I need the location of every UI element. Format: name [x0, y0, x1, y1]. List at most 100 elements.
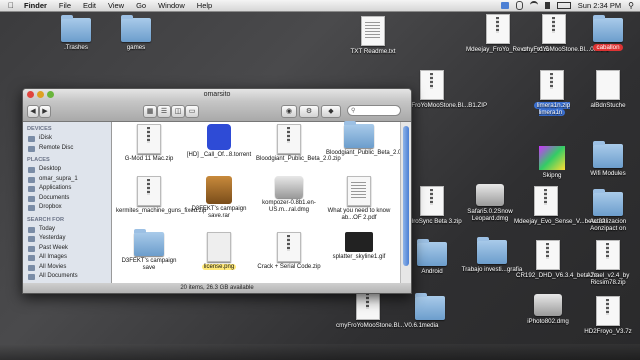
desktop-icon[interactable]: Wifi Modules — [576, 141, 640, 177]
sidebar-item-dropbox[interactable]: Dropbox — [23, 203, 111, 213]
gif-file-icon — [345, 232, 373, 252]
sidebar-item-idisk[interactable]: iDisk — [23, 134, 111, 144]
file-item[interactable]: [HD] _Call_Of...8.torrent — [186, 124, 252, 159]
sidebar-item-home[interactable]: omar_supra_1 — [23, 175, 111, 185]
volume-icon[interactable] — [544, 2, 550, 9]
zip-file-icon — [277, 124, 301, 154]
wifi-icon[interactable] — [529, 1, 538, 10]
window-title: omarsito — [203, 91, 231, 98]
quick-look-button[interactable]: ◉ — [281, 105, 297, 118]
file-item[interactable]: G-Mod 11 Mac.zip — [116, 124, 182, 163]
file-item[interactable]: D3FEKT's campaign save — [116, 229, 182, 272]
image-file-icon — [539, 146, 565, 170]
finder-window[interactable]: omarsito ◀ ▶ ▦ ☰ ◫ ▭ ◉ ⚙ ◆ ⚲ DEVICES iDi… — [22, 88, 412, 294]
desktop-icon[interactable]: alBdnStuche — [576, 70, 640, 109]
desktop-icon[interactable]: .Trashes — [44, 15, 108, 51]
back-button[interactable]: ◀ — [27, 105, 39, 118]
dropbox-button[interactable]: ◆ — [321, 105, 341, 118]
desktop-icon[interactable]: HD2Froyo_V3.7z — [576, 296, 640, 335]
toolbar: ◀ ▶ ▦ ☰ ◫ ▭ ◉ ⚙ ◆ ⚲ — [23, 101, 411, 122]
desktop-icon[interactable]: CR192_DHD_V6.3.4_beta.7z — [516, 240, 597, 279]
file-item[interactable]: D3FEKT's campaign save.rar — [186, 176, 252, 220]
menu-window[interactable]: Window — [158, 1, 185, 10]
apple-icon[interactable]:  — [8, 1, 18, 10]
desktop-icon[interactable]: media — [398, 293, 462, 329]
folder-icon — [477, 237, 507, 264]
zoom-button[interactable] — [47, 91, 54, 98]
file-item[interactable]: Bloodgiant_Public_Beta_2.0 — [326, 121, 401, 157]
list-view-button[interactable]: ☰ — [157, 105, 171, 118]
sidebar-item-yesterday[interactable]: Yesterday — [23, 234, 111, 244]
file-item[interactable]: What you need to know ab...OF 2.pdf — [326, 176, 392, 222]
icon-view-button[interactable]: ▦ — [143, 105, 157, 118]
minimize-button[interactable] — [37, 91, 44, 98]
file-item[interactable]: license.png — [186, 232, 252, 271]
desktop-icon[interactable]: Mdeejay_Evo_Sense_V...beta.22 — [514, 186, 605, 225]
folder-icon — [415, 293, 445, 320]
desktop-icon[interactable]: Safari5.0.2Snow Leopard.dmg — [458, 184, 522, 222]
desktop-icon[interactable]: Mdeejay_FroYo_Revol..._v1.5 — [466, 14, 549, 53]
dropbox-icon — [28, 205, 35, 211]
menu-view[interactable]: View — [108, 1, 124, 10]
file-item[interactable]: Crack + Serial Code.zip — [256, 232, 322, 271]
spotlight-icon[interactable]: ⚲ — [628, 1, 634, 10]
desktop-icon[interactable]: Skipng — [520, 146, 584, 179]
sidebar-item-past-week[interactable]: Past Week — [23, 244, 111, 254]
disk-image-icon — [275, 176, 303, 198]
menu-edit[interactable]: Edit — [83, 1, 96, 10]
menu-go[interactable]: Go — [136, 1, 146, 10]
images-icon — [28, 255, 35, 261]
bluetooth-icon[interactable] — [515, 1, 523, 10]
battery-icon[interactable] — [556, 2, 571, 9]
idisk-icon — [28, 136, 35, 142]
zip-file-icon — [277, 232, 301, 262]
dropbox-icon[interactable] — [500, 2, 509, 9]
desktop-icon[interactable]: Actualizacion Aonzipact on — [576, 189, 640, 232]
sidebar-item-documents[interactable]: Documents — [23, 194, 111, 204]
desktop-icon — [28, 167, 35, 173]
scroll-thumb[interactable] — [403, 126, 409, 266]
sidebar-item-applications[interactable]: Applications — [23, 184, 111, 194]
sidebar-item-remote-disc[interactable]: Remote Disc — [23, 144, 111, 154]
file-item[interactable]: kermites_machine_guns_fixed.zip — [116, 176, 206, 215]
menu-help[interactable]: Help — [197, 1, 212, 10]
file-item[interactable]: kompozer-0.8b1.en-US.m...ral.dmg — [256, 176, 322, 214]
forward-button[interactable]: ▶ — [39, 105, 51, 118]
zip-file-icon — [540, 70, 564, 100]
sidebar: DEVICES iDisk Remote Disc PLACES Desktop… — [23, 122, 112, 283]
zip-file-icon — [596, 240, 620, 270]
sidebar-item-desktop[interactable]: Desktop — [23, 165, 111, 175]
desktop-icon[interactable]: TXT Readme.txt — [341, 16, 405, 55]
desktop-icon[interactable]: Azrael_v2.4_by Ricsim78.zip — [576, 240, 640, 286]
clock[interactable]: Sun 2:34 PM — [578, 1, 621, 10]
sidebar-heading-places: PLACES — [27, 157, 50, 163]
applications-icon — [28, 186, 35, 192]
folder-icon — [417, 239, 447, 266]
column-view-button[interactable]: ◫ — [171, 105, 185, 118]
close-button[interactable] — [27, 91, 34, 98]
file-item[interactable]: splatter_skyline1.gif — [326, 232, 392, 261]
home-icon — [28, 176, 35, 183]
desktop-icon[interactable]: limera1n.zip limera1n — [520, 70, 584, 116]
desktop-icon[interactable]: Trabajo investi...grafia — [460, 237, 524, 273]
desktop-icon[interactable]: cmyFroYoMooStone.Bl...V0.6.1 — [336, 290, 422, 329]
sidebar-item-all-documents[interactable]: All Documents — [23, 272, 111, 282]
search-input[interactable]: ⚲ — [347, 105, 401, 116]
action-menu-button[interactable]: ⚙ — [299, 105, 319, 118]
sidebar-item-all-images[interactable]: All Images — [23, 253, 111, 263]
title-bar[interactable]: omarsito — [23, 89, 411, 101]
file-area[interactable]: G-Mod 11 Mac.zip [HD] _Call_Of...8.torre… — [112, 121, 401, 283]
dock — [0, 344, 640, 360]
pdf-file-icon — [347, 176, 371, 206]
menu-file[interactable]: File — [59, 1, 71, 10]
file-item[interactable]: Bloodgiant_Public_Beta_2.0.zip — [256, 124, 341, 163]
desktop-icon[interactable]: caballon — [576, 15, 640, 51]
sidebar-item-today[interactable]: Today — [23, 225, 111, 235]
desktop-icon[interactable]: games — [104, 15, 168, 51]
sidebar-item-all-movies[interactable]: All Movies — [23, 263, 111, 273]
sidebar-heading-devices: DEVICES — [27, 126, 52, 132]
vertical-scrollbar[interactable] — [400, 122, 411, 283]
menu-finder[interactable]: Finder — [24, 1, 47, 10]
cover-flow-button[interactable]: ▭ — [185, 105, 199, 118]
desktop-icon[interactable]: iPhoto802.dmg — [516, 294, 580, 325]
